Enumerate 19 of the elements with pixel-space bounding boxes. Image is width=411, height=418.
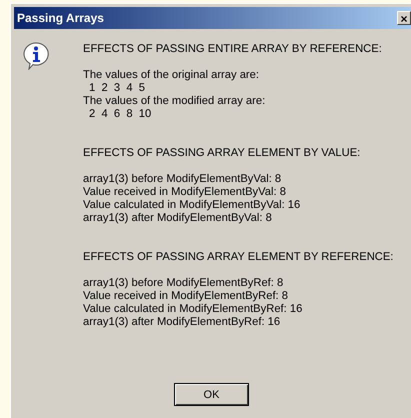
- message-line: array1(3) after ModifyElementByVal: 8: [83, 212, 272, 225]
- array-values: 1 2 3 4 5: [88, 82, 145, 95]
- window-title: Passing Arrays: [17, 11, 104, 25]
- message-line: The values of the modified array are:: [83, 95, 266, 108]
- section-heading: EFFECTS OF PASSING ARRAY ELEMENT BY REFERENCE:: [83, 251, 394, 264]
- message-line: array1(3) after ModifyElementByRef: 16: [83, 316, 280, 329]
- message-line: Value received in ModifyElementByRef: 8: [83, 290, 288, 303]
- array-values: 2 4 6 8 10: [88, 108, 152, 121]
- ok-button[interactable]: OK: [174, 383, 249, 406]
- close-button[interactable]: ×: [397, 11, 411, 25]
- message-line: The values of the original array are:: [83, 69, 259, 82]
- section-heading: EFFECTS OF PASSING ENTIRE ARRAY BY REFERENCE:: [83, 43, 383, 56]
- message-line: array1(3) before ModifyElementByVal: 8: [83, 173, 282, 186]
- message-line: array1(3) before ModifyElementByRef: 8: [83, 277, 284, 290]
- section-heading: EFFECTS OF PASSING ARRAY ELEMENT BY VALUE:: [83, 147, 362, 160]
- message-line: Value received in ModifyElementByVal: 8: [83, 186, 286, 199]
- info-icon: [23, 42, 49, 70]
- message-line: Value calculated in ModifyElementByRef: 16: [83, 303, 302, 316]
- message-line: Value calculated in ModifyElementByVal: 16: [83, 199, 300, 212]
